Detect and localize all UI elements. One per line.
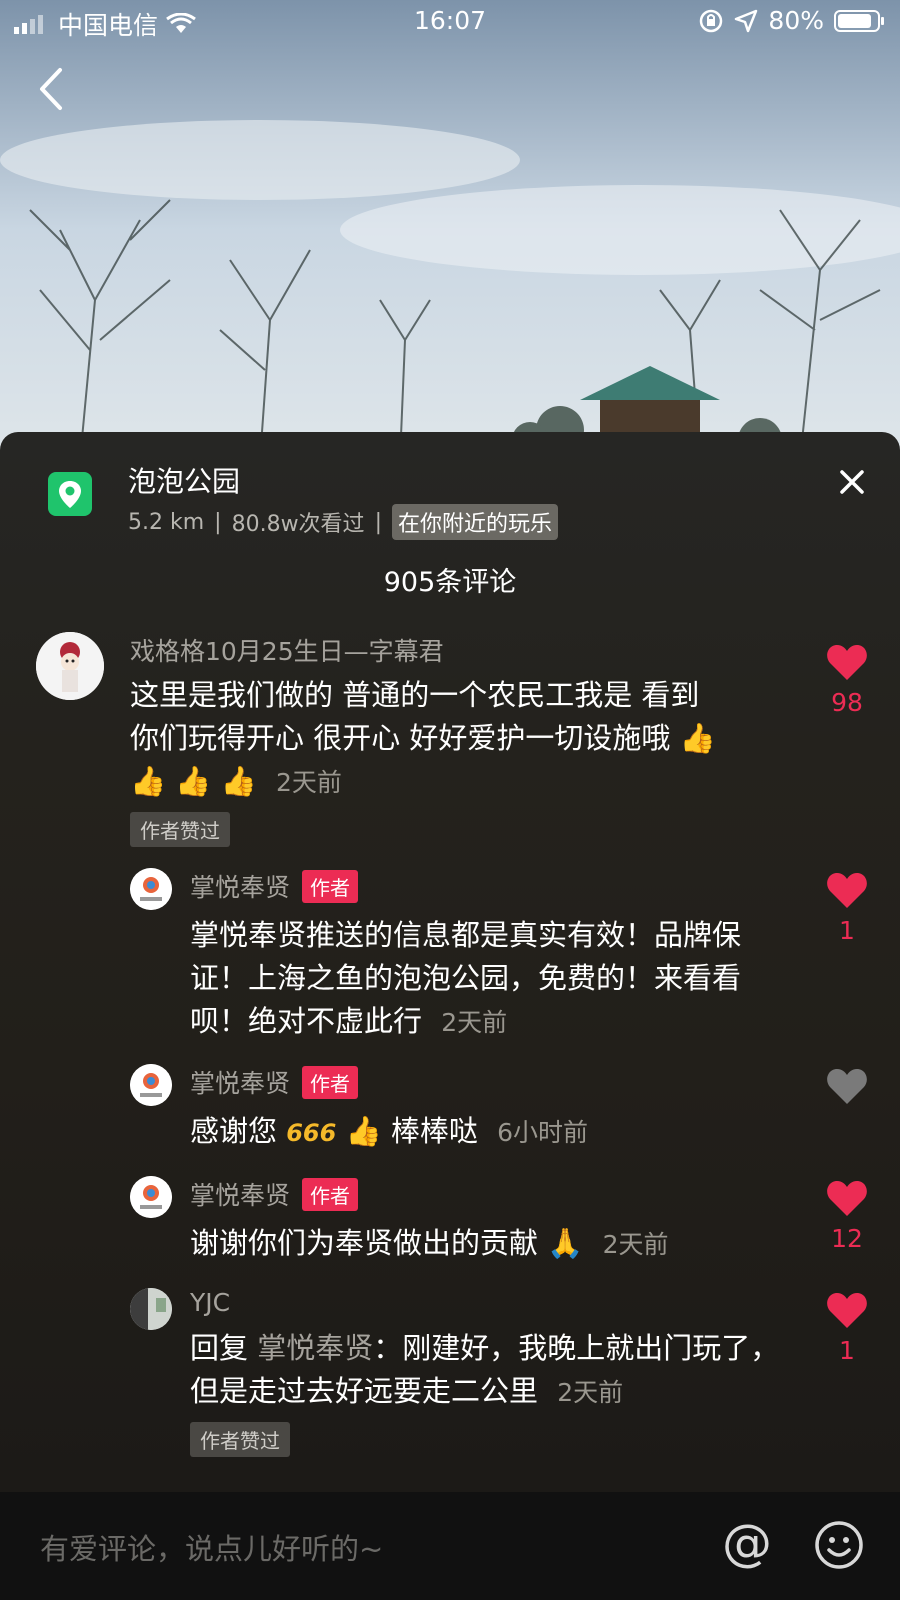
thumbs-up-emoji: 👍 — [130, 764, 167, 798]
location-distance: 5.2 km — [128, 509, 205, 535]
avatar-photo-image — [130, 1288, 172, 1330]
comment-panel: 泡泡公园 5.2 km | 80.8w次看过 | 在你附近的玩乐 905条评论 … — [0, 432, 900, 1492]
author-badge: 作者 — [302, 1177, 359, 1211]
background-scene — [0, 0, 900, 460]
emoji-button[interactable] — [814, 1520, 864, 1574]
pray-emoji: 🙏 — [547, 1226, 584, 1260]
video-background — [0, 0, 900, 460]
comment-time: 2天前 — [557, 1378, 624, 1407]
comment-text: 谢谢你们为奉贤做出的贡献 🙏 2天前 — [190, 1222, 790, 1266]
heart-icon — [827, 645, 867, 680]
comment-text-line: 这里是我们做的 普通的一个农民工我是 看到 — [130, 678, 700, 712]
meta-separator: | — [214, 509, 222, 535]
heart-icon — [827, 1293, 867, 1328]
comment-body[interactable]: 掌悦奉贤 作者 掌悦奉贤推送的信息都是真实有效！品牌保证！上海之鱼的泡泡公园，免… — [190, 868, 790, 1044]
comment-author[interactable]: YJC — [190, 1288, 790, 1317]
like-count: 1 — [839, 916, 855, 945]
author-name[interactable]: 掌悦奉贤 — [190, 868, 290, 904]
author-name[interactable]: 掌悦奉贤 — [190, 1176, 290, 1212]
rotation-lock-icon — [700, 9, 723, 32]
comment-body[interactable]: 戏格格10月25生日—字幕君 这里是我们做的 普通的一个农民工我是 看到 你们玩… — [130, 632, 790, 847]
like-button[interactable]: 1 — [822, 870, 872, 945]
avatar-logo-image — [130, 868, 172, 910]
author-name[interactable]: 掌悦奉贤 — [190, 1064, 290, 1100]
avatar[interactable] — [36, 632, 104, 700]
battery-percent: 80% — [768, 6, 824, 35]
comment-time: 6小时前 — [497, 1118, 589, 1147]
battery-icon — [834, 9, 884, 32]
like-count: 12 — [831, 1224, 863, 1253]
status-bar: 中国电信 16:07 80% — [0, 0, 900, 44]
close-icon — [840, 470, 864, 494]
comment-text: 掌悦奉贤推送的信息都是真实有效！品牌保证！上海之鱼的泡泡公园，免费的！来看看呗！… — [190, 914, 780, 1044]
comment-time: 2天前 — [275, 768, 342, 797]
comment-text: 回复 掌悦奉贤：刚建好，我晚上就出门玩了，但是走过去好远要走二公里 2天前 — [190, 1327, 790, 1414]
comment-author[interactable]: 掌悦奉贤 作者 — [190, 1064, 790, 1100]
smile-icon — [815, 1521, 863, 1569]
close-button[interactable] — [838, 468, 866, 500]
location-arrow-icon — [735, 9, 758, 32]
comment-text-line: 你们玩得开心 很开心 好好爱护一切设施哦 — [130, 721, 671, 755]
location-views: 80.8w次看过 — [231, 512, 365, 537]
location-pin-icon-glyph — [59, 481, 81, 508]
reply-to-name[interactable]: 掌悦奉贤 — [257, 1331, 373, 1365]
meta-separator: | — [374, 509, 382, 535]
avatar[interactable] — [130, 1288, 172, 1330]
heart-icon — [827, 1181, 867, 1216]
location-title[interactable]: 泡泡公园 — [128, 460, 240, 500]
like-button[interactable]: 1 — [822, 1290, 872, 1365]
mention-button[interactable]: @ — [722, 1514, 772, 1572]
thumbs-up-emoji: 👍 — [220, 764, 257, 798]
author-liked-tag: 作者赞过 — [190, 1422, 290, 1457]
comment-text: 这里是我们做的 普通的一个农民工我是 看到 你们玩得开心 很开心 好好爱护一切设… — [130, 674, 790, 804]
author-liked-tag: 作者赞过 — [130, 812, 230, 847]
avatar-logo-image — [130, 1064, 172, 1106]
author-name[interactable]: 戏格格10月25生日—字幕君 — [130, 632, 444, 668]
heart-icon — [827, 873, 867, 908]
comments-count: 905条评论 — [383, 567, 517, 598]
back-icon — [40, 68, 62, 110]
like-button[interactable]: 98 — [822, 642, 872, 717]
comment-text-content: 棒棒哒 — [390, 1114, 478, 1148]
avatar-logo-image — [130, 1176, 172, 1218]
comment-body[interactable]: 掌悦奉贤 作者 感谢您 666 👍 棒棒哒 6小时前 — [190, 1064, 790, 1155]
author-badge: 作者 — [302, 1065, 359, 1099]
author-badge: 作者 — [302, 869, 359, 903]
comment-text-content: 谢谢你们为奉贤做出的贡献 — [190, 1226, 539, 1260]
like-count: 1 — [839, 1336, 855, 1365]
like-count: 98 — [831, 688, 863, 717]
comment-author[interactable]: 掌悦奉贤 作者 — [190, 868, 790, 904]
heart-icon — [827, 1069, 867, 1104]
comment-body[interactable]: 掌悦奉贤 作者 谢谢你们为奉贤做出的贡献 🙏 2天前 — [190, 1176, 790, 1266]
author-name[interactable]: YJC — [190, 1288, 230, 1317]
comment-author[interactable]: 掌悦奉贤 作者 — [190, 1176, 790, 1212]
location-meta: 5.2 km | 80.8w次看过 | 在你附近的玩乐 — [128, 504, 558, 540]
location-tag[interactable]: 在你附近的玩乐 — [391, 504, 558, 540]
avatar[interactable] — [130, 1176, 172, 1218]
like-button[interactable]: 12 — [822, 1178, 872, 1253]
thumbs-up-emoji: 👍 — [175, 764, 212, 798]
thumbs-up-emoji: 👍 — [679, 721, 716, 755]
comment-input-bar: 有爱评论，说点儿好听的~ @ — [0, 1492, 900, 1600]
avatar[interactable] — [130, 1064, 172, 1106]
like-button[interactable] — [822, 1066, 872, 1110]
comment-author[interactable]: 戏格格10月25生日—字幕君 — [130, 632, 790, 668]
location-pin-icon[interactable] — [48, 472, 92, 516]
comment-time: 2天前 — [441, 1008, 508, 1037]
avatar-opera-image — [36, 632, 104, 700]
comment-input[interactable]: 有爱评论，说点儿好听的~ — [40, 1526, 383, 1568]
comment-text-content: 感谢您 — [190, 1114, 278, 1148]
back-button[interactable] — [36, 66, 66, 116]
666-emoji: 666 — [286, 1119, 337, 1147]
status-right: 80% — [698, 6, 886, 35]
comment-time: 2天前 — [602, 1230, 669, 1259]
avatar[interactable] — [130, 868, 172, 910]
comment-text: 感谢您 666 👍 棒棒哒 6小时前 — [190, 1110, 790, 1155]
thumbs-up-emoji: 👍 — [345, 1114, 382, 1148]
reply-prefix: 回复 — [190, 1331, 249, 1365]
comment-body[interactable]: YJC 回复 掌悦奉贤：刚建好，我晚上就出门玩了，但是走过去好远要走二公里 2天… — [190, 1288, 790, 1457]
